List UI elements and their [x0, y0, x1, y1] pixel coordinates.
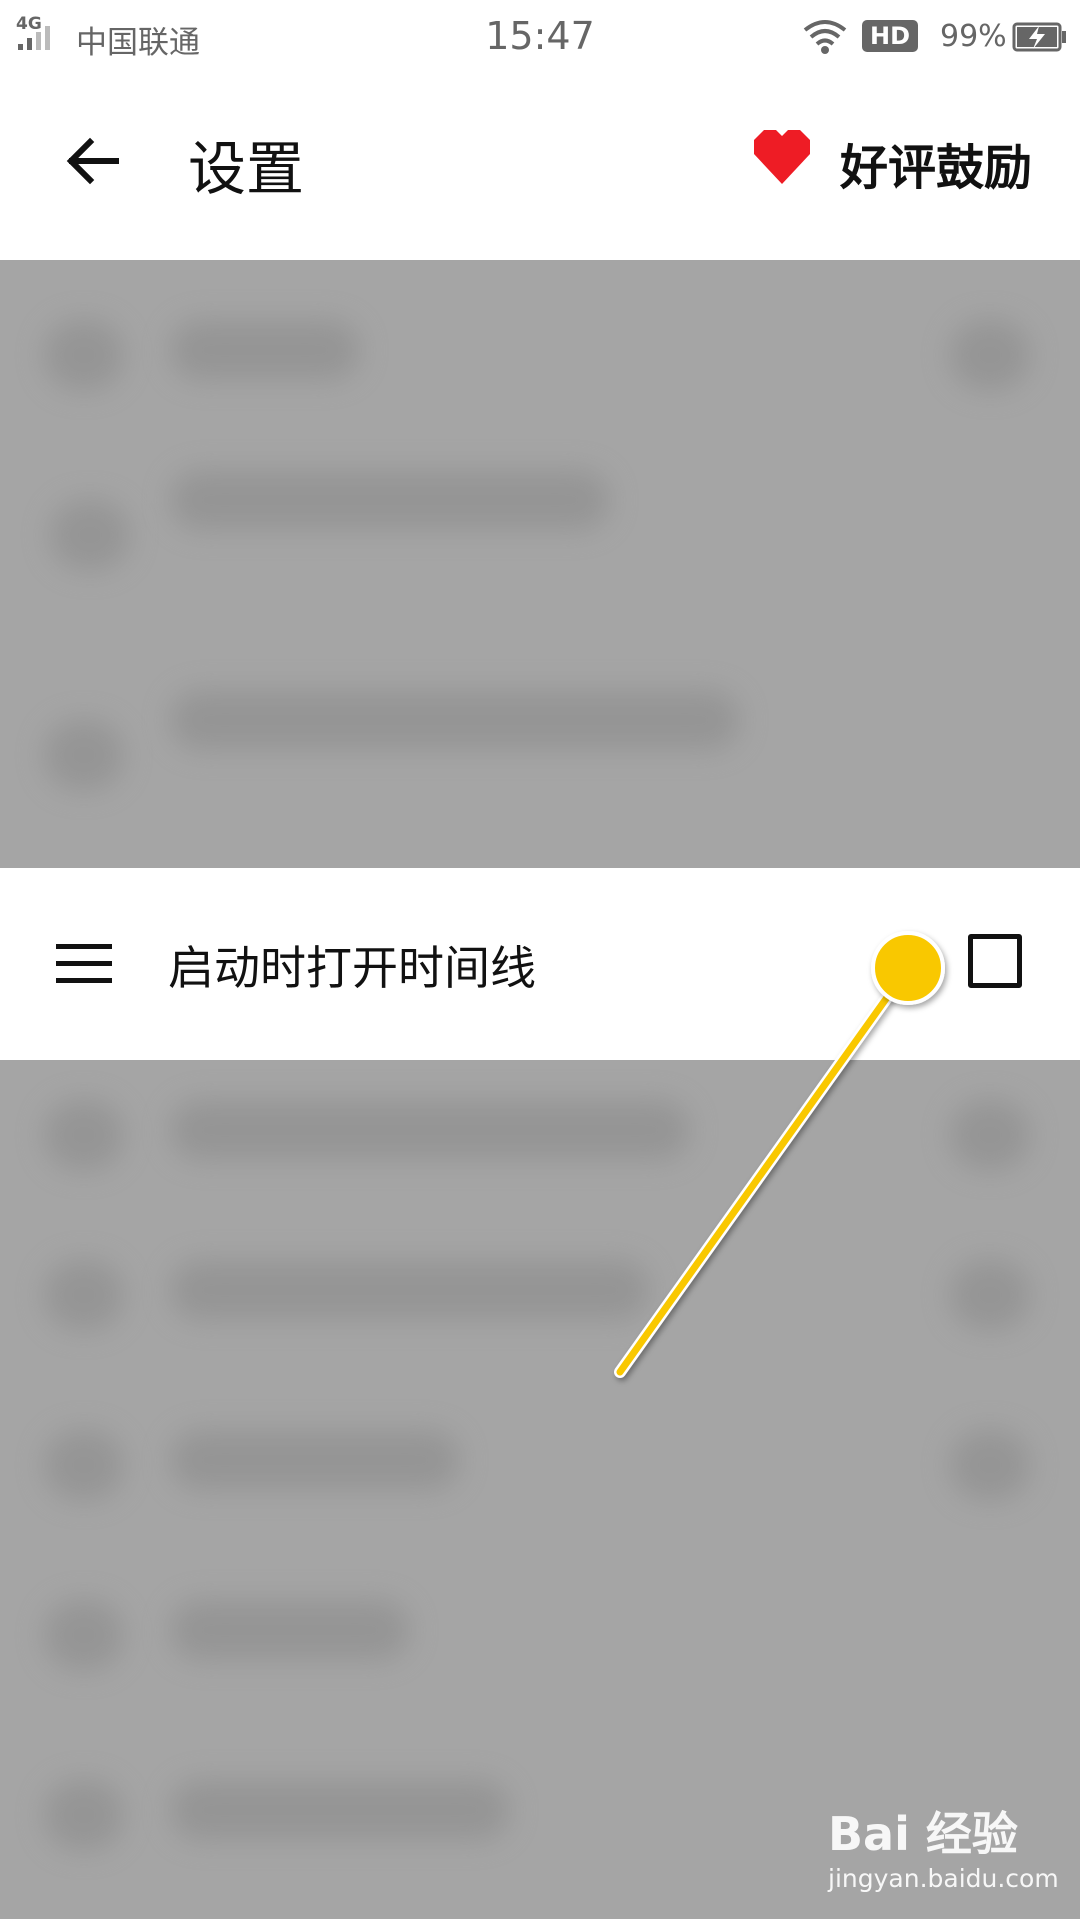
clock: 15:47 [485, 14, 595, 58]
arrow-left-icon [66, 137, 119, 185]
setting-row-open-timeline-on-start[interactable]: 启动时打开时间线 [0, 868, 1080, 1060]
rate-praise-button[interactable]: 好评鼓励 [744, 124, 1044, 196]
open-timeline-checkbox[interactable] [968, 934, 1022, 988]
page-title: 设置 [188, 135, 305, 203]
blurred-settings-area-top [0, 260, 1080, 868]
battery-percent: 99% [940, 19, 1007, 54]
status-bar: 4G 中国联通 15:47 HD 99% [0, 0, 1080, 76]
watermark-url: jingyan.baidu.com [828, 1864, 1059, 1893]
menu-icon [56, 944, 112, 983]
watermark-brand: Bai 经验 [828, 1807, 1018, 1861]
praise-label: 好评鼓励 [840, 140, 1033, 196]
back-button[interactable] [58, 126, 128, 196]
hd-badge: HD [862, 20, 918, 52]
baidu-jingyan-watermark: Bai 经验 jingyan.baidu.com [828, 1798, 1068, 1908]
battery-charging-icon [1012, 22, 1066, 52]
wifi-icon [803, 20, 847, 54]
toolbar: 设置 好评鼓励 [0, 76, 1080, 260]
heart-icon [754, 130, 810, 184]
screen: 4G 中国联通 15:47 HD 99% 设置 好评鼓励 启动时打开时间线 Ba… [0, 0, 1080, 1919]
blurred-settings-area-bottom [0, 1060, 1080, 1919]
setting-label: 启动时打开时间线 [168, 941, 536, 995]
